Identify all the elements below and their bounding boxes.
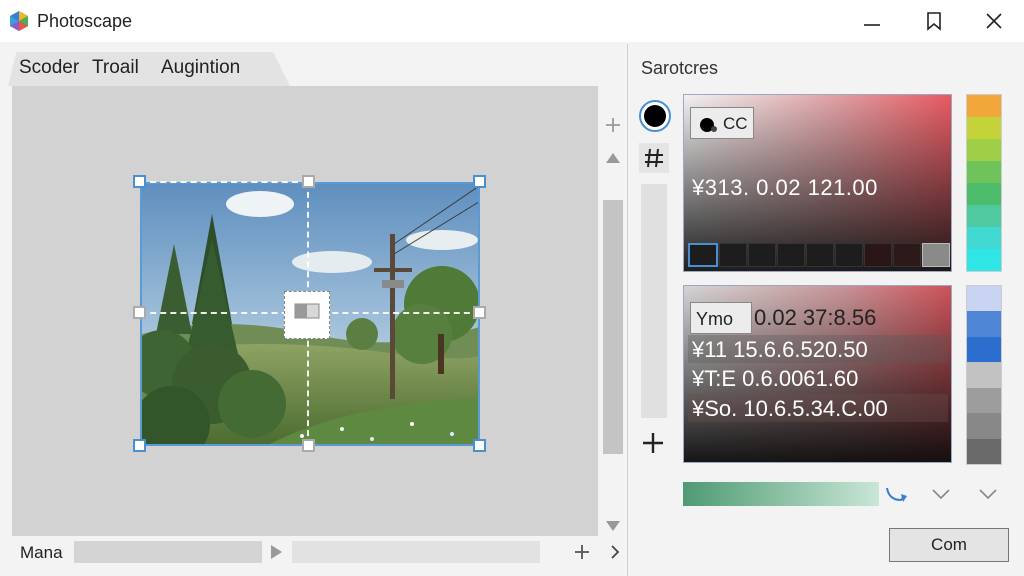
tab-scoder[interactable]: Scoder: [19, 57, 79, 79]
tool-scroll-track[interactable]: [641, 184, 667, 418]
vertical-scrollbar[interactable]: [600, 104, 626, 540]
color-picker-field[interactable]: CC ¥313. 0.02 121.00: [683, 94, 952, 272]
photoscape-logo-icon: [10, 11, 28, 31]
crop-handle-bottom-left[interactable]: [133, 439, 146, 452]
swatch[interactable]: [777, 243, 805, 267]
scroll-down-arrow-icon[interactable]: [600, 516, 626, 536]
window-title: Photoscape: [37, 11, 133, 31]
restore-button[interactable]: [912, 6, 956, 36]
palette-swatch[interactable]: [967, 362, 1001, 388]
value-row: ¥So. 10.6.5.34.C.00: [692, 396, 888, 421]
swatch[interactable]: [835, 243, 863, 267]
crop-top-guide: [140, 181, 308, 183]
swatch[interactable]: [806, 243, 834, 267]
center-square-icon: [294, 303, 320, 319]
palette-swatch[interactable]: [967, 161, 1001, 183]
panel-title: Sarotcres: [641, 58, 719, 78]
palette-swatch[interactable]: [967, 183, 1001, 205]
title-bar: Photoscape: [0, 0, 1024, 42]
palette-swatch[interactable]: [967, 117, 1001, 139]
scroll-right-arrow-icon[interactable]: [267, 541, 285, 563]
tab-augintion[interactable]: Augintion: [161, 57, 240, 79]
restore-icon: [927, 12, 941, 31]
swatch-selected[interactable]: [688, 243, 718, 267]
palette-swatch[interactable]: [967, 413, 1001, 439]
tab-troail[interactable]: Troail: [92, 57, 139, 79]
palette-swatch[interactable]: [967, 95, 1001, 117]
crop-handle-bottom-right[interactable]: [473, 439, 486, 452]
value-mode-readout: 0.02 37:8.56: [754, 305, 877, 330]
panel-divider: [627, 44, 628, 576]
chevron-down-icon[interactable]: [977, 486, 999, 502]
eyedropper-dot-icon: [700, 118, 717, 132]
palette-swatch[interactable]: [967, 205, 1001, 227]
minimize-button[interactable]: [850, 6, 894, 36]
refresh-arrow-icon[interactable]: [883, 482, 911, 506]
color-values-panel: Ymo 0.02 37:8.56 ¥11 15.6.6.520.50 ¥T:E …: [683, 285, 952, 463]
palette-swatch[interactable]: [967, 286, 1001, 312]
value-row: ¥11 15.6.6.520.50: [692, 337, 868, 362]
crop-handle-top-right[interactable]: [473, 175, 486, 188]
palette-swatch[interactable]: [967, 387, 1001, 414]
recent-swatches[interactable]: [688, 243, 950, 267]
horizontal-scrollbar-thumb[interactable]: [74, 541, 262, 563]
crop-handle-bottom-center[interactable]: [302, 439, 315, 452]
picker-chip[interactable]: CC: [690, 107, 754, 139]
value-row: ¥T:E 0.6.0061.60: [692, 366, 859, 391]
swatch[interactable]: [922, 243, 950, 267]
palette-swatch[interactable]: [967, 227, 1001, 249]
confirm-button[interactable]: Com: [889, 528, 1009, 562]
crop-handle-middle-left[interactable]: [133, 306, 146, 319]
add-plus-icon[interactable]: [638, 428, 668, 458]
tab-strip: Scoder Troail Augintion: [0, 44, 626, 86]
zoom-plus-icon[interactable]: [600, 112, 626, 138]
palette-swatch[interactable]: [967, 249, 1001, 271]
swatch[interactable]: [748, 243, 776, 267]
swatch[interactable]: [864, 243, 892, 267]
swatch[interactable]: [893, 243, 921, 267]
vertical-scrollbar-thumb[interactable]: [603, 200, 623, 454]
swatch[interactable]: [719, 243, 747, 267]
crop-handle-middle-right[interactable]: [473, 306, 486, 319]
grid-hash-icon[interactable]: [639, 143, 669, 173]
chevron-down-icon[interactable]: [930, 486, 952, 502]
color-dot-icon[interactable]: [638, 99, 672, 133]
palette-swatch[interactable]: [967, 311, 1001, 337]
hue-slider[interactable]: [683, 482, 879, 506]
palette-swatch[interactable]: [967, 336, 1001, 363]
scroll-up-arrow-icon[interactable]: [600, 148, 626, 168]
crop-center-marker[interactable]: [284, 291, 330, 339]
close-button[interactable]: [972, 6, 1016, 36]
zoom-in-plus-icon[interactable]: [571, 541, 593, 563]
picker-readout: ¥313. 0.02 121.00: [692, 175, 878, 200]
crop-handle-top-center[interactable]: [302, 175, 315, 188]
crop-handle-top-left[interactable]: [133, 175, 146, 188]
palette-column-bottom[interactable]: [966, 285, 1002, 465]
palette-swatch[interactable]: [967, 438, 1001, 464]
palette-swatch[interactable]: [967, 139, 1001, 161]
value-mode-chip[interactable]: Ymo: [690, 302, 752, 334]
close-icon: [986, 13, 1002, 29]
palette-column-top[interactable]: [966, 94, 1002, 272]
horizontal-scrollbar-track[interactable]: [292, 541, 540, 563]
minimize-icon: [864, 24, 880, 26]
chevron-right-icon[interactable]: [608, 541, 622, 563]
zoom-label: Mana: [20, 543, 63, 562]
picker-chip-label: CC: [723, 114, 748, 133]
